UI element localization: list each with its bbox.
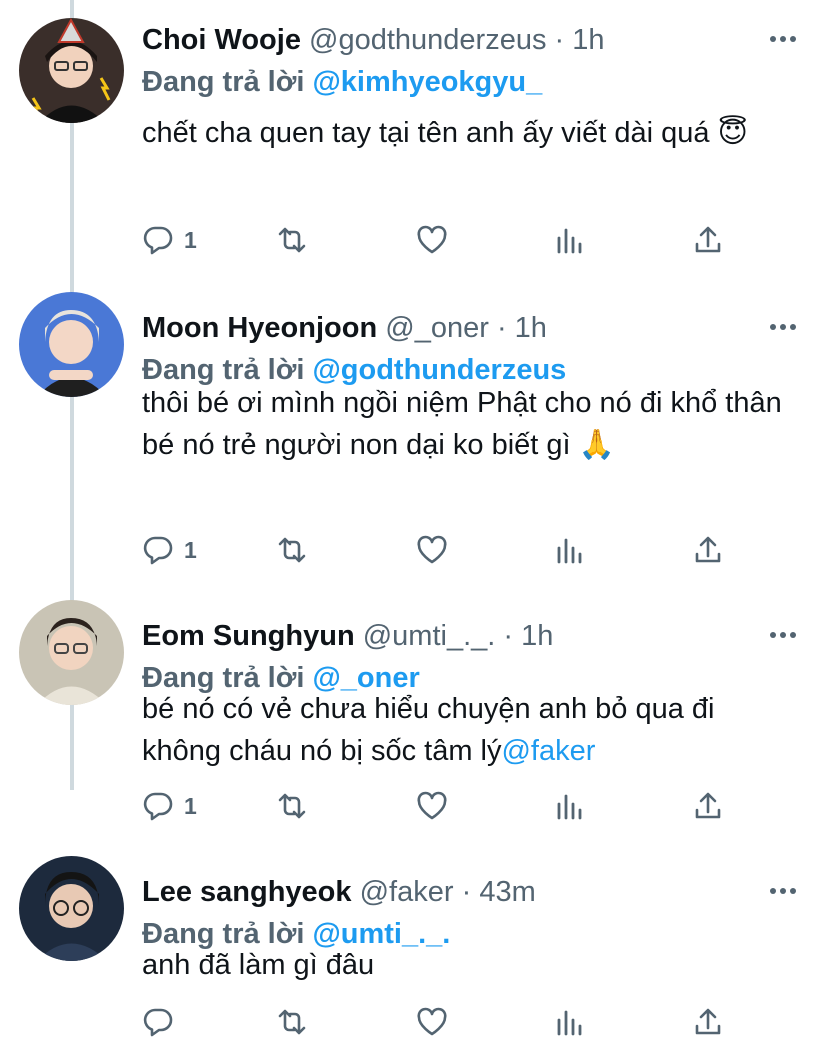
tweet-header: Eom Sunghyun @umti_._. · 1h <box>142 616 768 656</box>
analytics-button[interactable] <box>554 786 586 826</box>
reply-button[interactable] <box>142 1002 184 1042</box>
heart-icon <box>417 791 447 820</box>
share-button[interactable] <box>692 530 724 570</box>
share-button[interactable] <box>692 786 724 826</box>
tweet-text: bé nó có vẻ chưa hiểu chuyện anh bỏ qua … <box>142 688 782 772</box>
retweet-icon <box>278 793 306 819</box>
retweet-button[interactable] <box>276 530 308 570</box>
inline-mention[interactable]: @faker <box>501 735 595 767</box>
retweet-icon <box>278 227 306 253</box>
more-options-icon[interactable] <box>768 620 798 650</box>
tweet-header: Choi Wooje @godthunderzeus · 1h <box>142 20 768 60</box>
tweet-actions: 1 <box>142 786 762 826</box>
share-icon <box>695 536 721 563</box>
tweet-text: chết cha quen tay tại tên anh ấy viết dà… <box>142 117 748 149</box>
display-name[interactable]: Eom Sunghyun <box>142 620 355 652</box>
tweet-header: Moon Hyeonjoon @_oner · 1h <box>142 308 768 348</box>
retweet-button[interactable] <box>276 220 308 260</box>
retweet-button[interactable] <box>276 786 308 826</box>
tweet-header: Lee sanghyeok @faker · 43m <box>142 872 768 912</box>
user-handle[interactable]: @godthunderzeus <box>309 24 546 56</box>
separator-dot: · <box>461 876 472 908</box>
retweet-icon <box>278 537 306 563</box>
display-name[interactable]: Choi Wooje <box>142 24 301 56</box>
like-button[interactable] <box>416 530 448 570</box>
heart-icon <box>417 535 447 564</box>
timestamp[interactable]: 43m <box>479 876 535 908</box>
display-name[interactable]: Lee sanghyeok <box>142 876 352 908</box>
user-handle[interactable]: @umti_._. <box>363 620 496 652</box>
tweet-text: anh đã làm gì đâu <box>142 949 375 981</box>
analytics-icon <box>557 794 582 820</box>
separator-dot: · <box>496 312 507 344</box>
more-options-icon[interactable] <box>768 312 798 342</box>
timestamp[interactable]: 1h <box>572 24 604 56</box>
retweet-button[interactable] <box>276 1002 308 1042</box>
tweet-text: thôi bé ơi mình ngồi niệm Phật cho nó đi… <box>142 387 782 461</box>
replying-to: Đang trả lời @kimhyeokgyu_ <box>142 62 542 102</box>
user-handle[interactable]: @_oner <box>385 312 489 344</box>
reply-icon <box>143 792 173 821</box>
share-button[interactable] <box>692 1002 724 1042</box>
analytics-icon <box>557 228 582 254</box>
more-options-icon[interactable] <box>768 24 798 54</box>
reply-count: 1 <box>184 792 197 819</box>
avatar[interactable] <box>19 856 124 961</box>
display-name[interactable]: Moon Hyeonjoon <box>142 312 377 344</box>
avatar[interactable] <box>19 18 124 123</box>
tweet-actions: 1 <box>142 530 762 570</box>
like-button[interactable] <box>416 1002 448 1042</box>
user-handle[interactable]: @faker <box>360 876 454 908</box>
avatar[interactable] <box>19 292 124 397</box>
analytics-button[interactable] <box>554 530 586 570</box>
like-button[interactable] <box>416 786 448 826</box>
reply-icon <box>143 536 173 565</box>
share-icon <box>695 792 721 819</box>
reply-to-mention[interactable]: @kimhyeokgyu_ <box>312 66 542 98</box>
more-options-icon[interactable] <box>768 876 798 906</box>
heart-icon <box>417 1007 447 1036</box>
reply-button[interactable]: 1 <box>142 530 197 570</box>
analytics-icon <box>557 1010 582 1036</box>
analytics-button[interactable] <box>554 1002 586 1042</box>
reply-icon <box>143 1008 173 1037</box>
replying-to-label: Đang trả lời <box>142 66 313 98</box>
analytics-button[interactable] <box>554 220 586 260</box>
reply-button[interactable]: 1 <box>142 220 197 260</box>
tweet-actions <box>142 1002 762 1042</box>
retweet-icon <box>278 1009 306 1035</box>
separator-dot: · <box>503 620 514 652</box>
timestamp[interactable]: 1h <box>521 620 553 652</box>
reply-count: 1 <box>184 536 197 563</box>
avatar[interactable] <box>19 600 124 705</box>
reply-icon <box>143 226 173 255</box>
separator-dot: · <box>554 24 565 56</box>
reply-count: 1 <box>184 226 197 253</box>
tweet-text-body: bé nó có vẻ chưa hiểu chuyện anh bỏ qua … <box>142 693 715 767</box>
heart-icon <box>417 225 447 254</box>
share-icon <box>695 226 721 253</box>
timestamp[interactable]: 1h <box>515 312 547 344</box>
share-button[interactable] <box>692 220 724 260</box>
tweet-actions: 1 <box>142 220 762 260</box>
reply-button[interactable]: 1 <box>142 786 197 826</box>
analytics-icon <box>557 538 582 564</box>
share-icon <box>695 1008 721 1035</box>
like-button[interactable] <box>416 220 448 260</box>
